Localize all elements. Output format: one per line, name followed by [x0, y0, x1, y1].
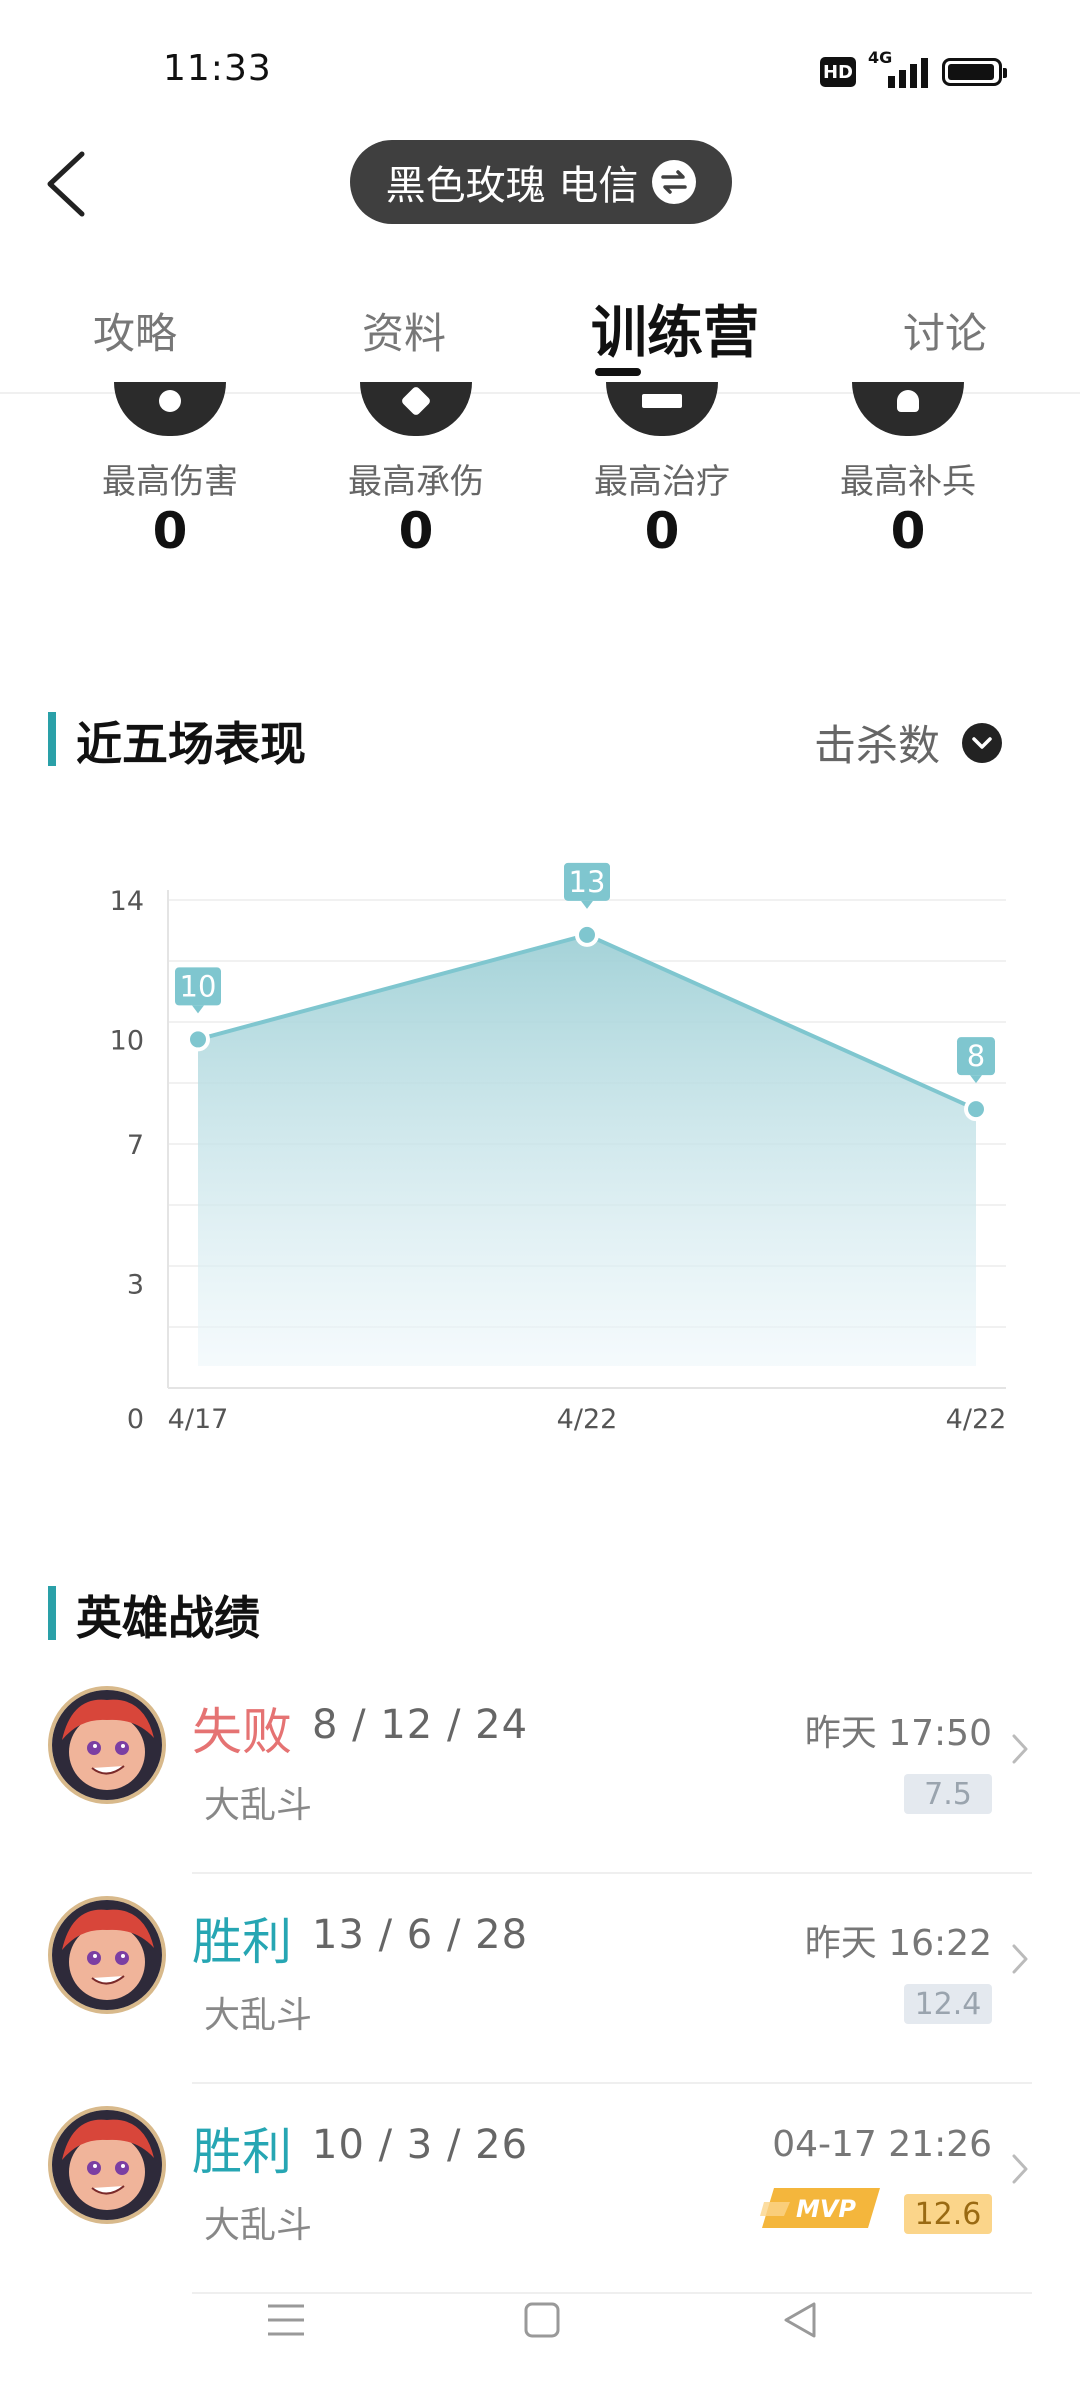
hero-avatar: [48, 1686, 166, 1804]
recent-title: 近五场表现: [76, 717, 306, 771]
metric-dropdown[interactable]: 击杀数: [814, 712, 1002, 773]
data-label-pointer: [192, 1005, 204, 1014]
back-nav-icon[interactable]: [780, 2300, 820, 2340]
match-time: 昨天 16:22: [804, 1923, 992, 1964]
stat-value: 0: [152, 502, 188, 560]
match-result: 胜利: [192, 1913, 292, 1971]
stat-max-damage-taken: 最高承伤 0: [316, 382, 516, 572]
stat-value: 0: [644, 502, 680, 560]
minion-icon: [852, 382, 964, 436]
heal-icon: [606, 382, 718, 436]
match-time: 04-17 21:26: [772, 2124, 992, 2165]
data-label-pointer: [581, 900, 593, 909]
system-nav-bar: [0, 2260, 1080, 2400]
tab-profile[interactable]: 资料: [362, 300, 446, 361]
performance-chart: 0 3 7 10 14 4/17 4/22 4/22 10 13 8: [110, 862, 1007, 1435]
back-button[interactable]: [40, 148, 100, 220]
stat-label: 最高承伤: [348, 462, 484, 502]
stat-max-healing: 最高治疗 0: [562, 382, 762, 572]
account-label: 黑色玫瑰 电信: [385, 163, 639, 209]
history-title: 英雄战绩: [76, 1591, 260, 1645]
y-tick-label: 14: [110, 886, 144, 917]
stat-max-damage: 最高伤害 0: [70, 382, 270, 572]
match-kda: 10 / 3 / 26: [312, 2122, 529, 2168]
y-tick-label: 3: [127, 1269, 144, 1300]
match-row[interactable]: 胜利 13 / 6 / 28 大乱斗 昨天 16:22 12.4: [0, 1874, 1080, 2084]
data-label: 13: [569, 865, 606, 899]
chevron-left-icon: [47, 151, 85, 217]
metric-label: 击杀数: [813, 721, 940, 770]
battery-icon: [942, 58, 1007, 86]
data-point: [186, 1027, 210, 1052]
chevron-right-icon: [1012, 1944, 1028, 1974]
tab-training-camp[interactable]: 训练营: [591, 288, 759, 369]
damage-icon: [114, 382, 226, 436]
data-label: 10: [180, 969, 217, 1003]
stat-label: 最高伤害: [102, 462, 238, 502]
status-icons: HD 4G: [820, 48, 1007, 94]
account-switcher[interactable]: 黑色玫瑰 电信: [350, 140, 732, 224]
match-mode: 大乱斗: [204, 1995, 313, 2036]
menu-icon[interactable]: [266, 2300, 306, 2340]
shield-icon: [360, 382, 472, 436]
chevron-right-icon: [1012, 2154, 1028, 2184]
tab-bar: 攻略 资料 训练营 讨论: [0, 280, 1080, 390]
match-result: 失败: [192, 1703, 292, 1761]
x-tick-label: 4/22: [946, 1404, 1007, 1435]
home-icon[interactable]: [522, 2300, 562, 2340]
mvp-badge: MVP: [760, 2188, 880, 2228]
match-score: 12.6: [904, 2194, 992, 2234]
match-kda: 13 / 6 / 28: [312, 1912, 529, 1958]
data-point: [964, 1097, 988, 1122]
match-result: 胜利: [192, 2123, 292, 2181]
match-mode: 大乱斗: [204, 2205, 313, 2246]
match-score: 7.5: [904, 1774, 992, 1814]
stat-label: 最高治疗: [594, 462, 730, 502]
tab-discussion[interactable]: 讨论: [903, 300, 987, 361]
stat-value: 0: [398, 502, 434, 560]
hd-badge: HD: [820, 57, 856, 87]
section-accent-bar: [48, 712, 56, 766]
y-tick-label: 0: [127, 1404, 144, 1435]
match-time: 昨天 17:50: [804, 1713, 992, 1754]
stat-value: 0: [890, 502, 926, 560]
tab-strategy[interactable]: 攻略: [93, 300, 177, 361]
chevron-down-icon: [962, 722, 1002, 763]
mvp-label: MVP: [796, 2195, 856, 2223]
y-tick-label: 10: [110, 1025, 144, 1056]
hero-avatar: [48, 2106, 166, 2224]
signal-icon: 4G: [868, 48, 928, 92]
match-kda: 8 / 12 / 24: [312, 1702, 529, 1748]
chevron-right-icon: [1012, 1734, 1028, 1764]
data-label-pointer: [970, 1075, 982, 1084]
area-fill: [198, 934, 976, 1366]
match-score: 12.4: [904, 1984, 992, 2024]
active-tab-indicator: [595, 368, 641, 376]
data-label: 8: [967, 1039, 985, 1073]
stat-label: 最高补兵: [840, 462, 976, 502]
swap-icon: [652, 160, 697, 204]
section-accent-bar: [48, 1586, 56, 1640]
match-mode: 大乱斗: [204, 1785, 313, 1826]
hero-avatar: [48, 1896, 166, 2014]
x-tick-label: 4/17: [168, 1404, 229, 1435]
stat-max-cs: 最高补兵 0: [808, 382, 1008, 572]
y-tick-label: 7: [127, 1130, 144, 1161]
x-tick-label: 4/22: [557, 1404, 618, 1435]
data-point: [575, 922, 599, 947]
match-row[interactable]: 失败 8 / 12 / 24 大乱斗 昨天 17:50 7.5: [0, 1664, 1080, 1874]
status-time: 11:33: [163, 48, 272, 89]
